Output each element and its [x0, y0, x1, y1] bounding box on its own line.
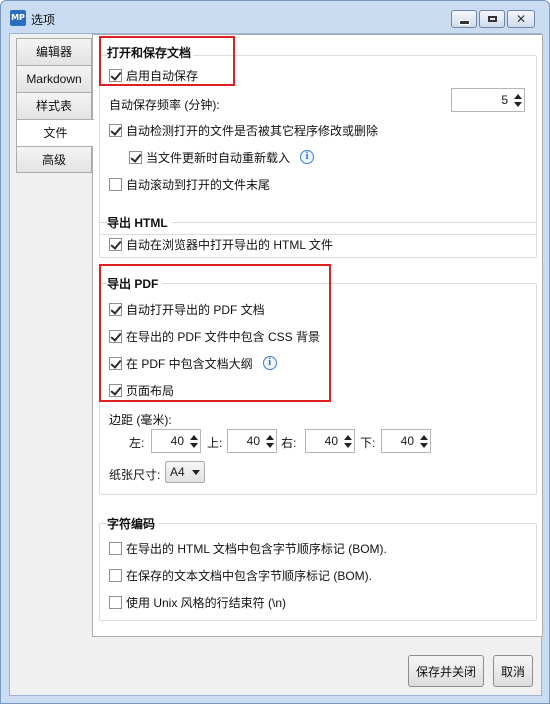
autosave-frequency-value: 5: [501, 93, 508, 107]
margin-left-value: 40: [170, 434, 184, 448]
paper-size-label: 纸张尺寸:: [109, 468, 161, 482]
spin-down-icon[interactable]: [190, 442, 198, 448]
encoding-title: 字符编码: [107, 515, 160, 532]
detect-changes-label: 自动检测打开的文件是否被其它程序修改或删除: [126, 123, 379, 138]
spin-up-icon[interactable]: [420, 434, 428, 440]
page-layout-row[interactable]: 页面布局: [109, 382, 174, 398]
autosave-frequency-spinbox[interactable]: 5: [451, 88, 525, 112]
open-in-browser-checkbox[interactable]: [109, 237, 122, 251]
dialog-client: 编辑器 Markdown 样式表 文件 高级 打开和保存文档 启用自动保存 自动…: [9, 33, 543, 696]
tab-editor[interactable]: 编辑器: [16, 38, 92, 65]
info-icon[interactable]: i: [300, 150, 315, 164]
enable-autosave-label: 启用自动保存: [126, 68, 199, 83]
spin-down-icon[interactable]: [514, 101, 522, 107]
unix-eol-label: 使用 Unix 风格的行结束符 (\n): [126, 595, 287, 610]
spin-up-icon[interactable]: [190, 434, 198, 440]
enable-autosave-checkbox[interactable]: [109, 68, 122, 82]
margin-left-spinbox[interactable]: 40: [151, 429, 201, 453]
margin-right-label: 右:: [281, 436, 297, 450]
open-in-browser-label: 自动在浏览器中打开导出的 HTML 文件: [126, 237, 333, 252]
chevron-down-icon: [191, 469, 200, 475]
spin-up-icon[interactable]: [266, 434, 274, 440]
auto-reload-checkbox[interactable]: [129, 150, 142, 164]
margin-left-label: 左:: [129, 436, 145, 450]
include-outline-row[interactable]: 在 PDF 中包含文档大纲 i: [109, 355, 277, 371]
scroll-to-end-label: 自动滚动到打开的文件末尾: [126, 177, 271, 192]
bom-text-checkbox[interactable]: [109, 568, 122, 582]
open-save-title: 打开和保存文档: [107, 44, 194, 61]
include-css-checkbox[interactable]: [109, 329, 122, 343]
margin-top-spinbox[interactable]: 40: [227, 429, 277, 453]
options-window: MP 选项 ✕ 编辑器 Markdown 样式表 文件 高级 打开和保存文档 启…: [0, 0, 550, 704]
detect-changes-checkbox[interactable]: [109, 123, 122, 137]
title-bar[interactable]: MP 选项 ✕: [1, 1, 549, 37]
tab-list: 编辑器 Markdown 样式表 文件 高级: [16, 38, 94, 173]
maximize-button[interactable]: [479, 10, 505, 28]
unix-eol-row[interactable]: 使用 Unix 风格的行结束符 (\n): [109, 594, 286, 610]
bom-text-label: 在保存的文本文档中包含字节顺序标记 (BOM).: [126, 568, 372, 583]
scroll-to-end-checkbox[interactable]: [109, 177, 122, 191]
spin-down-icon[interactable]: [420, 442, 428, 448]
margin-top-value: 40: [246, 434, 260, 448]
auto-reload-row[interactable]: 当文件更新时自动重新载入 i: [129, 149, 315, 165]
auto-reload-label: 当文件更新时自动重新载入: [146, 150, 291, 165]
export-pdf-title: 导出 PDF: [107, 275, 163, 292]
close-button[interactable]: ✕: [507, 10, 535, 28]
minimize-button[interactable]: [451, 10, 477, 28]
tab-stylesheet[interactable]: 样式表: [16, 92, 92, 119]
margin-right-spinbox[interactable]: 40: [305, 429, 355, 453]
page-layout-checkbox[interactable]: [109, 383, 122, 397]
info-icon[interactable]: i: [262, 356, 277, 370]
save-and-close-button[interactable]: 保存并关闭: [408, 655, 484, 687]
bom-html-checkbox[interactable]: [109, 541, 122, 555]
enable-autosave-row[interactable]: 启用自动保存: [109, 67, 198, 83]
auto-open-pdf-row[interactable]: 自动打开导出的 PDF 文档: [109, 301, 265, 317]
minimize-icon: [458, 19, 470, 25]
spin-up-icon[interactable]: [344, 434, 352, 440]
spin-down-icon[interactable]: [266, 442, 274, 448]
include-css-row[interactable]: 在导出的 PDF 文件中包含 CSS 背景: [109, 328, 320, 344]
margin-right-value: 40: [324, 434, 338, 448]
include-outline-label: 在 PDF 中包含文档大纲: [126, 356, 253, 371]
spin-up-icon[interactable]: [514, 93, 522, 99]
spin-down-icon[interactable]: [344, 442, 352, 448]
cancel-button[interactable]: 取消: [493, 655, 533, 687]
auto-open-pdf-checkbox[interactable]: [109, 302, 122, 316]
auto-open-pdf-label: 自动打开导出的 PDF 文档: [126, 302, 265, 317]
margin-bottom-value: 40: [400, 434, 414, 448]
export-html-title: 导出 HTML: [107, 214, 172, 231]
paper-size-value: A4: [170, 465, 185, 479]
include-css-label: 在导出的 PDF 文件中包含 CSS 背景: [126, 329, 321, 344]
page-layout-label: 页面布局: [126, 383, 175, 398]
margins-label: 边距 (毫米):: [109, 413, 172, 427]
paper-size-select[interactable]: A4: [165, 461, 205, 483]
include-outline-checkbox[interactable]: [109, 356, 122, 370]
bom-html-label: 在导出的 HTML 文档中包含字节顺序标记 (BOM).: [126, 541, 387, 556]
tab-advanced[interactable]: 高级: [16, 146, 92, 173]
margin-bottom-label: 下:: [360, 436, 376, 450]
margin-bottom-spinbox[interactable]: 40: [381, 429, 431, 453]
scroll-to-end-row[interactable]: 自动滚动到打开的文件末尾: [109, 176, 270, 192]
close-icon: ✕: [515, 12, 527, 26]
file-settings-panel: 打开和保存文档 启用自动保存 自动保存频率 (分钟): 5 自动检测打开的文件是…: [92, 34, 543, 637]
autosave-frequency-label: 自动保存频率 (分钟):: [109, 98, 220, 112]
tab-markdown[interactable]: Markdown: [16, 65, 92, 92]
maximize-icon: [487, 16, 497, 22]
margin-top-label: 上:: [207, 436, 223, 450]
bom-text-row[interactable]: 在保存的文本文档中包含字节顺序标记 (BOM).: [109, 567, 372, 583]
app-icon: MP: [10, 10, 26, 26]
open-in-browser-row[interactable]: 自动在浏览器中打开导出的 HTML 文件: [109, 236, 333, 252]
tab-file[interactable]: 文件: [16, 119, 94, 146]
window-title: 选项: [31, 13, 56, 27]
detect-changes-row[interactable]: 自动检测打开的文件是否被其它程序修改或删除: [109, 122, 378, 138]
unix-eol-checkbox[interactable]: [109, 595, 122, 609]
bom-html-row[interactable]: 在导出的 HTML 文档中包含字节顺序标记 (BOM).: [109, 540, 387, 556]
